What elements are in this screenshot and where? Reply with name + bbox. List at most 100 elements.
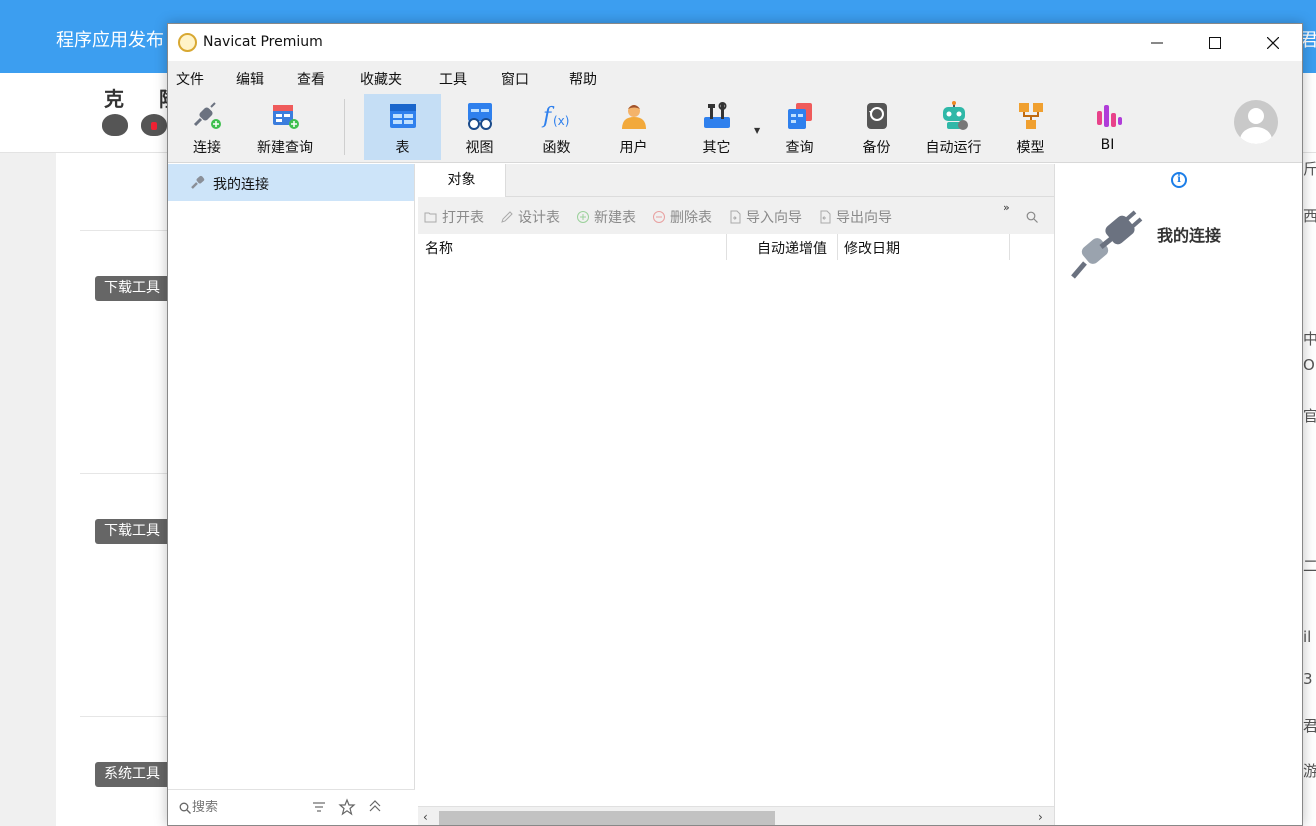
column-divider[interactable] <box>726 234 727 260</box>
import-wizard-label: 导入向导 <box>746 210 802 226</box>
column-header-auto-increment[interactable]: 自动递增值 <box>757 238 827 258</box>
view-label: 视图 <box>465 140 494 156</box>
category-badge[interactable]: 下载工具 <box>95 519 175 544</box>
horizontal-scrollbar[interactable]: ‹ › <box>418 806 1054 825</box>
user-label: 用户 <box>619 140 648 156</box>
navigator-pane: 我的连接 <box>168 164 415 825</box>
background-text-fragment: 3 <box>1303 670 1313 688</box>
open-table-label: 打开表 <box>442 210 484 226</box>
background-text-fragment: OD <box>1303 356 1316 374</box>
column-header-modified-date[interactable]: 修改日期 <box>844 238 900 258</box>
table-label: 表 <box>395 140 410 156</box>
background-divider <box>80 716 170 717</box>
import-wizard-button[interactable]: 导入向导 <box>728 207 802 227</box>
bi-button[interactable]: BI <box>1069 94 1146 160</box>
query-button[interactable]: 查询 <box>761 94 838 160</box>
maximize-button[interactable] <box>1186 24 1244 61</box>
connect-button[interactable]: 连接 <box>182 94 232 160</box>
background-text-fragment: 二 <box>1303 557 1316 575</box>
tab-objects[interactable]: 对象 <box>418 164 506 197</box>
search-icon <box>179 802 191 814</box>
view-button[interactable]: 视图 <box>441 94 518 160</box>
background-divider <box>80 230 170 231</box>
more-tools-button[interactable]: » <box>1003 202 1010 213</box>
column-header-name[interactable]: 名称 <box>425 238 453 258</box>
new-table-button[interactable]: 新建表 <box>576 207 636 227</box>
model-icon <box>1018 103 1043 129</box>
folder-open-icon <box>424 212 437 223</box>
bi-icon <box>1096 105 1122 127</box>
scrollbar-thumb[interactable] <box>439 811 775 825</box>
menu-tools[interactable]: 工具 <box>439 69 467 89</box>
function-icon: f (x) <box>541 104 569 129</box>
design-table-button[interactable]: 设计表 <box>500 207 560 227</box>
user-icon <box>621 105 646 129</box>
category-badge[interactable]: 系统工具 <box>95 762 175 787</box>
connect-label: 连接 <box>193 140 221 156</box>
menu-edit[interactable]: 编辑 <box>236 69 264 89</box>
model-button[interactable]: 模型 <box>992 94 1069 160</box>
background-text-fragment: 官 <box>1303 407 1316 425</box>
plug-icon <box>193 102 221 129</box>
delete-table-label: 删除表 <box>670 210 712 226</box>
info-icon[interactable]: i <box>1171 172 1187 188</box>
info-pane: i 我的连接 <box>1054 164 1302 825</box>
export-icon <box>820 210 831 224</box>
design-table-label: 设计表 <box>518 210 560 226</box>
query-icon <box>787 103 812 129</box>
user-button[interactable]: 用户 <box>595 94 672 160</box>
menu-help[interactable]: 帮助 <box>569 69 597 89</box>
menu-bar: 文件 编辑 查看 收藏夹 工具 窗口 帮助 <box>168 61 1302 91</box>
function-button[interactable]: f (x) 函数 <box>518 94 595 160</box>
export-wizard-button[interactable]: 导出向导 <box>818 207 892 227</box>
other-dropdown-arrow[interactable]: ▼ <box>754 126 760 135</box>
other-button[interactable]: 其它 <box>678 94 755 160</box>
query-label: 查询 <box>785 140 814 156</box>
column-divider[interactable] <box>837 234 838 260</box>
column-divider[interactable] <box>1009 234 1010 260</box>
view-icon <box>467 103 492 130</box>
minimize-icon <box>1151 42 1163 43</box>
main-toolbar: 连接 新建查询 表 视图 f (x) 函数 用户 其它 ▼ 查询 备份 自动运行… <box>168 91 1302 163</box>
backup-label: 备份 <box>862 140 891 156</box>
close-button[interactable] <box>1244 24 1302 61</box>
account-avatar[interactable] <box>1234 100 1278 144</box>
other-label: 其它 <box>702 140 731 156</box>
navigator-search-input[interactable] <box>192 800 302 815</box>
maximize-icon <box>1209 36 1221 49</box>
new-query-icon <box>273 105 299 129</box>
open-table-button[interactable]: 打开表 <box>424 207 484 227</box>
connection-plug-icon <box>1071 210 1143 279</box>
menu-view[interactable]: 查看 <box>297 69 325 89</box>
nav-item-label: 我的连接 <box>213 177 269 193</box>
category-badge[interactable]: 下载工具 <box>95 276 175 301</box>
automation-button[interactable]: 自动运行 <box>915 94 992 160</box>
menu-favorites[interactable]: 收藏夹 <box>360 69 402 89</box>
nav-item-my-connection[interactable]: 我的连接 <box>168 164 414 201</box>
model-label: 模型 <box>1016 140 1045 156</box>
collapse-icon[interactable] <box>366 798 384 816</box>
new-query-label: 新建查询 <box>257 140 313 156</box>
scroll-right-icon[interactable]: › <box>1038 810 1043 824</box>
info-title: 我的连接 <box>1157 226 1222 245</box>
star-icon[interactable] <box>338 798 356 816</box>
window-title: Navicat Premium <box>203 34 323 50</box>
background-text-fragment: il <box>1303 628 1312 646</box>
background-content <box>56 153 176 826</box>
menu-window[interactable]: 窗口 <box>501 69 529 89</box>
backup-button[interactable]: 备份 <box>838 94 915 160</box>
new-query-button[interactable]: 新建查询 <box>250 94 320 160</box>
minimize-button[interactable] <box>1128 24 1186 61</box>
svg-text:(x): (x) <box>553 114 569 128</box>
backup-icon <box>866 103 887 129</box>
function-label: 函数 <box>542 140 571 156</box>
background-text-fragment: 中 <box>1303 330 1316 348</box>
scroll-left-icon[interactable]: ‹ <box>423 810 428 824</box>
menu-file[interactable]: 文件 <box>176 69 204 89</box>
filter-icon[interactable] <box>310 798 328 816</box>
title-bar[interactable]: Navicat Premium <box>168 24 1302 61</box>
search-icon[interactable] <box>1026 211 1038 223</box>
table-button[interactable]: 表 <box>364 94 441 160</box>
remove-circle-icon <box>653 211 665 223</box>
delete-table-button[interactable]: 删除表 <box>652 207 712 227</box>
